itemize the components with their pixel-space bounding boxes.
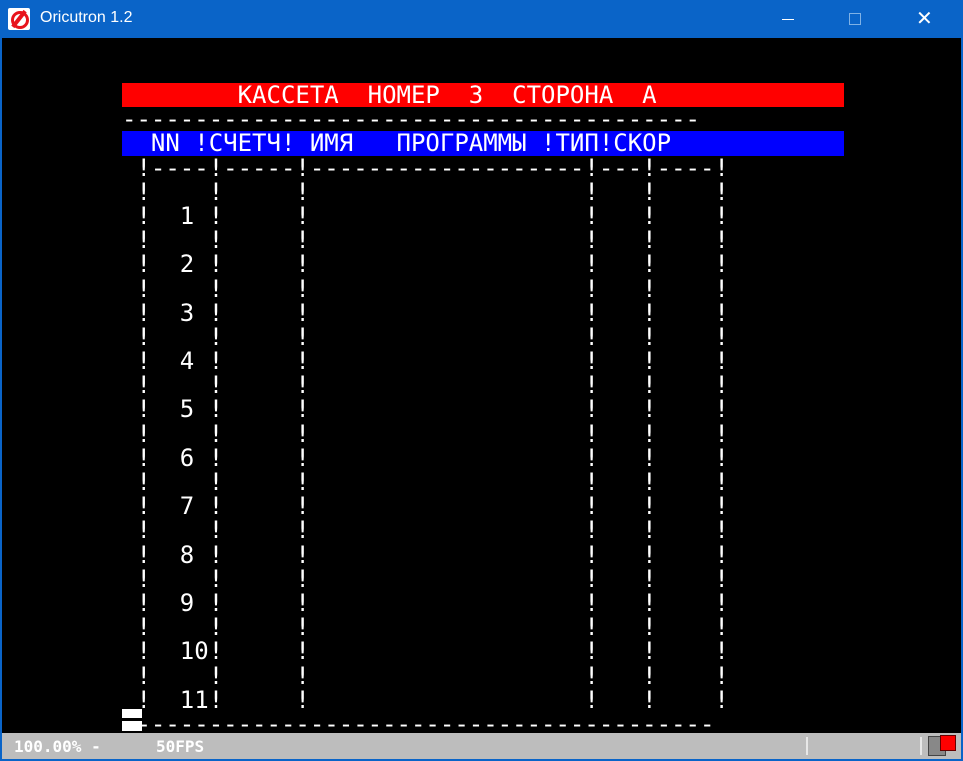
screen-line: ! ! ! ! ! ! (122, 566, 729, 591)
status-divider (920, 737, 922, 755)
screen-line: ! 6 ! ! ! ! ! (122, 445, 729, 470)
maximize-button[interactable] (832, 0, 878, 38)
cassette-title-line: КАССЕТА НОМЕР 3 СТОРОНА А (122, 83, 844, 108)
minimize-button[interactable] (765, 0, 811, 38)
title-bar[interactable]: Oricutron 1.2 ✕ (0, 0, 963, 38)
screen-line: !----!-----!-------------------!---!----… (122, 155, 729, 180)
screen-line: ! 10! ! ! ! ! (122, 639, 729, 664)
screen-line: ! 11! ! ! ! ! (122, 687, 729, 712)
screen-line: ! ! ! ! ! ! (122, 228, 729, 253)
screen-line: ! 2 ! ! ! ! ! (122, 252, 729, 277)
status-divider (806, 737, 808, 755)
window-title: Oricutron 1.2 (40, 9, 133, 26)
screen-line: ! 8 ! ! ! ! ! (122, 542, 729, 567)
close-button[interactable]: ✕ (901, 0, 947, 38)
close-icon: ✕ (916, 6, 933, 30)
screen-line: ! ! ! ! ! ! (122, 324, 729, 350)
screen-line: ---------------------------------------- (122, 107, 700, 132)
oricutron-app-icon[interactable] (8, 8, 30, 30)
screen-line: ! ! ! ! ! ! (122, 518, 729, 543)
screen-line: ! 5 ! ! ! ! ! (122, 397, 729, 422)
screen-line: ! 3 ! ! ! ! ! (122, 300, 729, 325)
screen-line: ! ! ! ! ! ! (122, 373, 729, 398)
tape-led-icon (940, 735, 956, 751)
status-bar: 100.00% - 50FPS (2, 733, 961, 759)
maximize-icon (849, 13, 861, 25)
emulator-screen[interactable]: КАССЕТА НОМЕР 3 СТОРОНА А --------------… (2, 38, 961, 736)
minimize-icon (782, 19, 794, 20)
text-cursor (122, 709, 142, 731)
oric-text-display: КАССЕТА НОМЕР 3 СТОРОНА А --------------… (122, 83, 844, 736)
speed-indicator: 100.00% - (14, 737, 101, 756)
cursor-bar (122, 718, 142, 721)
screen-line: ! 7 ! ! ! ! ! (122, 494, 729, 519)
screen-line: ! ! ! ! ! ! (122, 470, 729, 495)
screen-line: ! ! ! ! ! ! (122, 179, 729, 204)
screen-line: ! ! ! ! ! ! (122, 663, 729, 688)
oricutron-window: Oricutron 1.2 ✕ КАССЕТА НОМЕР 3 СТОРОНА … (0, 0, 963, 761)
screen-line: ! 1 ! ! ! ! ! (122, 203, 729, 229)
table-header-line: NN !СЧЕТЧ! ИМЯ ПРОГРАММЫ !ТИП!СКОР (122, 131, 844, 156)
fps-indicator: 50FPS (156, 737, 205, 756)
screen-line: ! ! ! ! ! ! (122, 615, 729, 640)
screen-line: ! 4 ! ! ! ! ! (122, 349, 729, 374)
screen-line: ! ! ! ! ! ! (122, 276, 729, 301)
screen-line: ! ! ! ! ! ! (122, 421, 729, 446)
screen-line: ! 9 ! ! ! ! ! (122, 590, 729, 616)
